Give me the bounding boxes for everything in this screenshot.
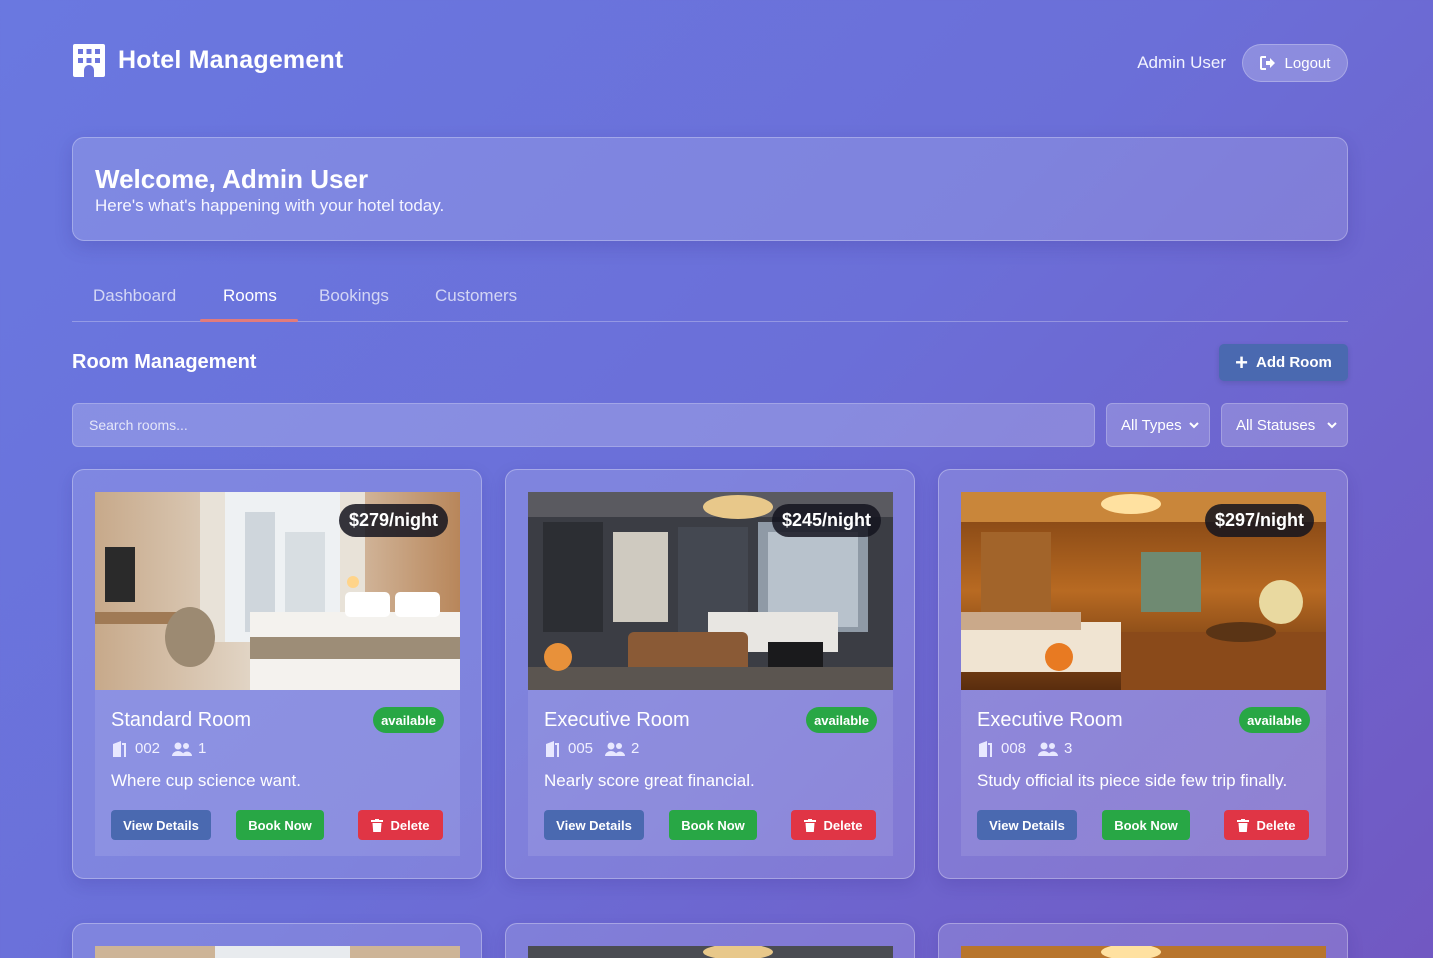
room-title: Executive Room bbox=[977, 709, 1123, 731]
tab-bookings[interactable]: Bookings bbox=[319, 286, 389, 306]
nav-tabs: Dashboard Rooms Bookings Customers bbox=[72, 276, 1348, 322]
room-photo: $245/night bbox=[528, 492, 893, 690]
view-details-button[interactable]: View Details bbox=[544, 810, 644, 840]
chevron-down-icon bbox=[1327, 422, 1337, 429]
welcome-subtext: Here's what's happening with your hotel … bbox=[95, 196, 445, 215]
search-input[interactable] bbox=[72, 403, 1095, 447]
tab-dashboard[interactable]: Dashboard bbox=[93, 286, 176, 306]
users-icon bbox=[605, 742, 626, 756]
room-capacity: 3 bbox=[1064, 740, 1073, 757]
room-meta: 008 3 bbox=[977, 740, 1072, 757]
book-now-button[interactable]: Book Now bbox=[1102, 810, 1190, 840]
door-icon bbox=[546, 740, 559, 757]
status-badge: available bbox=[1239, 707, 1310, 733]
door-icon bbox=[113, 740, 126, 757]
room-number: 008 bbox=[1001, 740, 1027, 757]
logout-icon bbox=[1259, 56, 1275, 70]
app-title: Hotel Management bbox=[118, 45, 344, 74]
room-card: $245/night Executive Room available 005 … bbox=[505, 469, 915, 879]
status-filter-value: All Statuses bbox=[1236, 416, 1316, 434]
delete-label: Delete bbox=[1256, 817, 1296, 833]
book-now-button[interactable]: Book Now bbox=[236, 810, 324, 840]
chevron-down-icon bbox=[1189, 422, 1199, 429]
welcome-banner: Welcome, Admin User Here's what's happen… bbox=[72, 137, 1348, 241]
trash-icon bbox=[1237, 818, 1250, 832]
delete-label: Delete bbox=[390, 817, 430, 833]
room-meta: 005 2 bbox=[544, 740, 639, 757]
type-filter-value: All Types bbox=[1121, 416, 1182, 434]
status-badge: available bbox=[806, 707, 877, 733]
room-card-body: $279/night Standard Room available 002 1… bbox=[95, 492, 460, 856]
room-description: Where cup science want. bbox=[111, 771, 301, 790]
logout-button[interactable]: Logout bbox=[1242, 44, 1348, 82]
add-room-button[interactable]: + Add Room bbox=[1219, 344, 1348, 381]
users-icon bbox=[172, 742, 193, 756]
delete-label: Delete bbox=[823, 817, 863, 833]
user-name: Admin User bbox=[1137, 53, 1226, 72]
door-icon bbox=[979, 740, 992, 757]
room-card-body: $245/night Executive Room available 005 … bbox=[528, 492, 893, 856]
trash-icon bbox=[371, 818, 384, 832]
logout-label: Logout bbox=[1284, 54, 1331, 72]
room-description: Nearly score great financial. bbox=[544, 771, 755, 790]
room-card bbox=[72, 923, 482, 958]
room-number: 002 bbox=[135, 740, 161, 757]
brand[interactable]: Hotel Management bbox=[72, 44, 344, 77]
room-title: Standard Room bbox=[111, 709, 252, 731]
room-photo bbox=[961, 946, 1326, 958]
section-title: Room Management bbox=[72, 351, 257, 373]
room-title: Executive Room bbox=[544, 709, 690, 731]
users-icon bbox=[1038, 742, 1059, 756]
plus-icon: + bbox=[1235, 349, 1249, 375]
room-card bbox=[938, 923, 1348, 958]
room-card-body: $297/night Executive Room available 008 … bbox=[961, 492, 1326, 856]
room-capacity: 2 bbox=[631, 740, 640, 757]
room-capacity: 1 bbox=[198, 740, 207, 757]
top-bar: Hotel Management Admin User Logout bbox=[72, 44, 1348, 84]
room-price-badge: $279/night bbox=[338, 504, 448, 537]
delete-button[interactable]: Delete bbox=[1224, 810, 1309, 840]
tab-rooms[interactable]: Rooms bbox=[223, 286, 277, 306]
active-tab-indicator bbox=[200, 319, 298, 322]
trash-icon bbox=[804, 818, 817, 832]
view-details-button[interactable]: View Details bbox=[111, 810, 211, 840]
room-photo: $297/night bbox=[961, 492, 1326, 690]
tab-customers[interactable]: Customers bbox=[435, 286, 517, 306]
room-card: $297/night Executive Room available 008 … bbox=[938, 469, 1348, 879]
room-card: $279/night Standard Room available 002 1… bbox=[72, 469, 482, 879]
room-price-badge: $297/night bbox=[1204, 504, 1314, 537]
delete-button[interactable]: Delete bbox=[358, 810, 443, 840]
status-filter-select[interactable]: All Statuses bbox=[1221, 403, 1348, 447]
hotel-building-icon bbox=[72, 44, 106, 77]
user-area: Admin User Logout bbox=[1137, 44, 1348, 82]
room-photo: $279/night bbox=[95, 492, 460, 690]
status-badge: available bbox=[373, 707, 444, 733]
room-card bbox=[505, 923, 915, 958]
room-photo bbox=[528, 946, 893, 958]
room-description: Study official its piece side few trip f… bbox=[977, 771, 1288, 790]
room-number: 005 bbox=[568, 740, 594, 757]
room-photo bbox=[95, 946, 460, 958]
type-filter-select[interactable]: All Types bbox=[1106, 403, 1210, 447]
room-meta: 002 1 bbox=[111, 740, 206, 757]
room-price-badge: $245/night bbox=[771, 504, 881, 537]
book-now-button[interactable]: Book Now bbox=[669, 810, 757, 840]
delete-button[interactable]: Delete bbox=[791, 810, 876, 840]
view-details-button[interactable]: View Details bbox=[977, 810, 1077, 840]
welcome-heading: Welcome, Admin User bbox=[95, 164, 369, 194]
add-room-label: Add Room bbox=[1256, 354, 1332, 371]
